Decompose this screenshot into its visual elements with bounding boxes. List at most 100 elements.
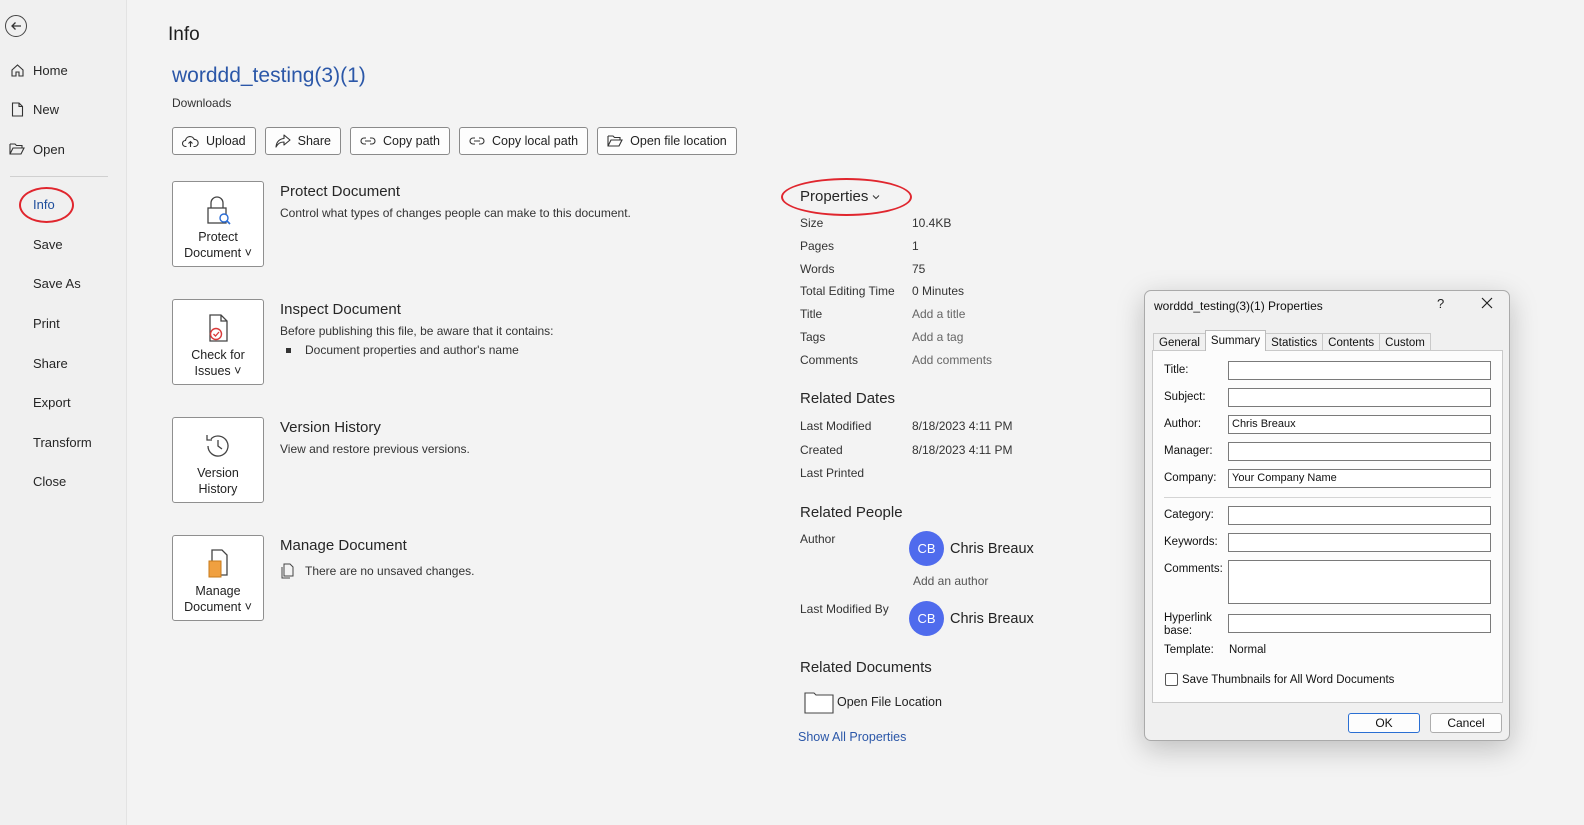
prop-author-label: Author [800, 532, 836, 546]
show-all-properties-link[interactable]: Show All Properties [798, 730, 906, 744]
related-people-title: Related People [800, 504, 903, 521]
title-field[interactable]: Add a title [912, 307, 965, 321]
sidebar-item-info[interactable]: Info [0, 186, 127, 222]
author-input[interactable]: Chris Breaux [1228, 415, 1491, 434]
comments-label: Comments: [1164, 563, 1223, 575]
ok-button[interactable]: OK [1348, 713, 1420, 733]
tab-general[interactable]: General [1153, 333, 1206, 351]
copy-local-path-button[interactable]: Copy local path [458, 127, 589, 155]
category-input[interactable] [1228, 506, 1491, 525]
sidebar-item-label: Export [33, 394, 71, 410]
sidebar-item-label: Open [33, 141, 65, 157]
tab-statistics[interactable]: Statistics [1265, 333, 1324, 351]
sidebar-item-print[interactable]: Print [0, 305, 127, 341]
backstage-sidebar: Home New Open Info Save Save As Print Sh… [0, 0, 127, 825]
cancel-button[interactable]: Cancel [1430, 713, 1502, 733]
subject-input[interactable] [1228, 388, 1491, 407]
sidebar-item-open[interactable]: Open [0, 131, 127, 167]
related-documents-title: Related Documents [800, 659, 932, 676]
sidebar-item-label: Transform [33, 434, 92, 450]
related-dates-title: Related Dates [800, 390, 896, 407]
manage-document-button[interactable]: Manage Document ˅ [172, 535, 264, 621]
open-file-location-link[interactable]: Open File Location [804, 690, 942, 714]
sidebar-item-close[interactable]: Close [0, 463, 127, 499]
prop-last-printed: Last Printed [800, 466, 865, 480]
sidebar-item-new[interactable]: New [0, 91, 127, 127]
folder-open-icon [9, 141, 25, 157]
document-location: Downloads [172, 96, 232, 110]
company-input[interactable]: Your Company Name [1228, 469, 1491, 488]
title-label: Title: [1164, 364, 1189, 376]
protect-document-button[interactable]: Protect Document ˅ [172, 181, 264, 267]
share-button[interactable]: Share [264, 127, 341, 155]
folder-icon [804, 692, 834, 714]
tab-contents[interactable]: Contents [1322, 333, 1381, 351]
properties-dialog: worddd_testing(3)(1) Properties ? Genera… [1144, 290, 1510, 741]
author-name: Chris Breaux [950, 540, 1034, 557]
tile-label: Protect Document ˅ [184, 230, 252, 260]
sidebar-item-home[interactable]: Home [0, 52, 127, 88]
avatar: CB [909, 601, 944, 636]
protect-document-title: Protect Document [280, 183, 401, 200]
version-history-desc: View and restore previous versions. [280, 442, 470, 456]
check-for-issues-button[interactable]: Check for Issues ˅ [172, 299, 264, 385]
copy-path-button[interactable]: Copy path [349, 127, 450, 155]
inspect-document-desc: Before publishing this file, be aware th… [280, 324, 554, 338]
inspect-document-title: Inspect Document [280, 301, 401, 318]
sidebar-item-label: Save [33, 236, 63, 252]
category-label: Category: [1164, 509, 1214, 521]
keywords-input[interactable] [1228, 533, 1491, 552]
copy-local-path-label: Copy local path [491, 134, 579, 148]
save-thumbnails-checkbox[interactable]: Save Thumbnails for All Word Documents [1165, 673, 1394, 686]
manager-input[interactable] [1228, 442, 1491, 461]
sidebar-item-label: Print [33, 315, 60, 331]
folder-open-icon [607, 135, 624, 147]
prop-pages: Pages 1 [800, 239, 919, 253]
sidebar-item-save[interactable]: Save [0, 226, 127, 262]
file-actions-toolbar: Upload Share Copy path Copy local path O… [172, 127, 737, 155]
prop-title: Title Add a title [800, 307, 966, 321]
properties-dropdown[interactable]: Properties [800, 188, 880, 205]
tab-custom[interactable]: Custom [1379, 333, 1431, 351]
help-button[interactable]: ? [1437, 296, 1444, 311]
tab-summary[interactable]: Summary [1204, 330, 1267, 351]
modified-by-name: Chris Breaux [950, 610, 1034, 627]
back-button[interactable] [5, 15, 27, 37]
document-name: worddd_testing(3)(1) [172, 64, 366, 87]
close-button[interactable] [1481, 297, 1493, 312]
share-icon [275, 134, 291, 148]
comments-field[interactable]: Add comments [912, 353, 992, 367]
page-title: Info [168, 24, 200, 45]
keywords-label: Keywords: [1164, 536, 1218, 548]
inspect-bullet: Document properties and author's name [286, 343, 519, 357]
sidebar-divider [10, 176, 108, 177]
hyperlink-base-label: Hyperlink base: [1164, 612, 1212, 637]
prop-modified-by-label: Last Modified By [800, 602, 889, 616]
field-separator [1164, 497, 1491, 498]
modified-by-person[interactable]: CB Chris Breaux [909, 601, 1034, 636]
add-author-field[interactable]: Add an author [913, 574, 988, 588]
title-input[interactable] [1228, 361, 1491, 380]
comments-input[interactable] [1228, 560, 1491, 604]
checkbox-box[interactable] [1165, 673, 1178, 686]
sidebar-item-share[interactable]: Share [0, 345, 127, 381]
summary-panel: Title: Subject: Author: Chris Breaux Man… [1152, 350, 1503, 703]
cloud-upload-icon [182, 135, 199, 147]
tags-field[interactable]: Add a tag [912, 330, 963, 344]
sidebar-item-transform[interactable]: Transform [0, 424, 127, 460]
version-history-button[interactable]: Version History [172, 417, 264, 503]
sidebar-item-label: Home [33, 62, 68, 78]
open-file-location-button[interactable]: Open file location [597, 127, 737, 155]
upload-label: Upload [206, 134, 246, 148]
author-person[interactable]: CB Chris Breaux [909, 531, 1034, 566]
new-document-icon [9, 101, 25, 117]
sidebar-item-export[interactable]: Export [0, 384, 127, 420]
sidebar-item-save-as[interactable]: Save As [0, 265, 127, 301]
hyperlink-base-input[interactable] [1228, 614, 1491, 633]
upload-button[interactable]: Upload [172, 127, 256, 155]
manager-label: Manager: [1164, 445, 1213, 457]
chevron-down-icon [873, 194, 880, 199]
sidebar-item-label: Save As [33, 275, 81, 291]
dialog-tabs: General Summary Statistics Contents Cust… [1153, 330, 1431, 351]
link-icon [360, 137, 376, 145]
